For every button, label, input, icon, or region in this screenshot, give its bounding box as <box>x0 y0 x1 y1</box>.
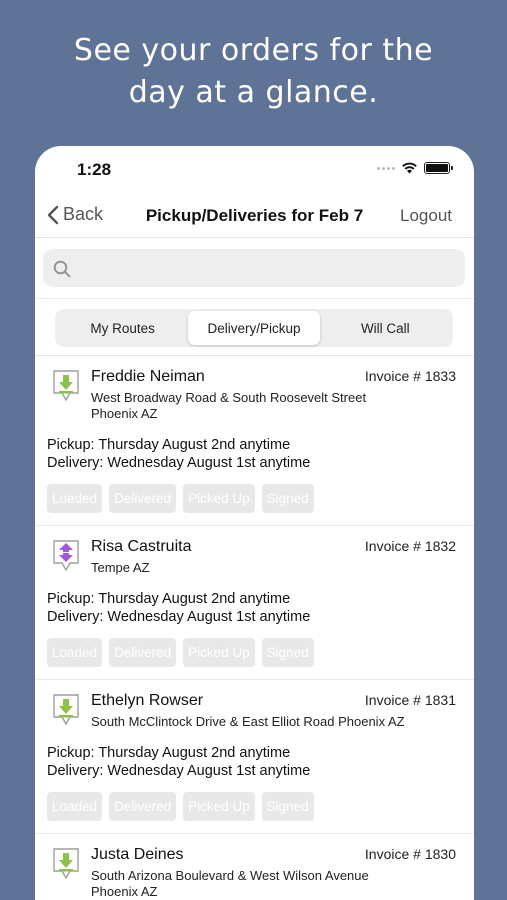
invoice-number: Invoice # 1833 <box>364 368 456 384</box>
customer-address: West Broadway Road & South Roosevelt Str… <box>91 390 367 421</box>
status-bar: 1:28 <box>35 146 474 192</box>
order-item[interactable]: Freddie Neiman Invoice # 1833 West Broad… <box>35 356 474 526</box>
delivered-button[interactable]: Delivered <box>109 484 177 513</box>
signed-button[interactable]: Signed <box>261 792 314 821</box>
download-arrow-icon <box>53 694 79 726</box>
signed-button[interactable]: Signed <box>261 484 314 513</box>
navigation-bar: Back Pickup/Deliveries for Feb 7 Logout <box>35 194 474 238</box>
logout-button[interactable]: Logout <box>400 206 452 226</box>
order-item[interactable]: Ethelyn Rowser Invoice # 1831 South McCl… <box>35 680 474 834</box>
status-icons <box>377 162 453 174</box>
download-arrow-icon <box>53 370 79 402</box>
loaded-button[interactable]: Loaded <box>47 792 103 821</box>
order-item[interactable]: Justa Deines Invoice # 1830 South Arizon… <box>35 834 474 900</box>
orders-list: Freddie Neiman Invoice # 1833 West Broad… <box>35 355 474 900</box>
headline-line-2: day at a glance. <box>128 75 379 110</box>
customer-address: Tempe AZ <box>91 560 150 575</box>
picked-up-button[interactable]: Picked Up <box>183 792 255 821</box>
delivered-button[interactable]: Delivered <box>109 638 177 667</box>
wifi-icon <box>402 162 417 174</box>
invoice-number: Invoice # 1831 <box>364 692 456 708</box>
customer-name: Freddie Neiman <box>91 368 205 385</box>
customer-name: Risa Castruita <box>91 538 192 555</box>
segmented-control: My Routes Delivery/Pickup Will Call <box>55 309 453 347</box>
loaded-button[interactable]: Loaded <box>47 484 103 513</box>
search-input[interactable] <box>43 249 465 287</box>
download-arrow-icon <box>53 848 79 880</box>
invoice-number: Invoice # 1832 <box>364 538 456 554</box>
picked-up-button[interactable]: Picked Up <box>183 638 255 667</box>
picked-up-button[interactable]: Picked Up <box>183 484 255 513</box>
pickup-time: Pickup: Thursday August 2nd anytime <box>47 437 291 453</box>
customer-name: Justa Deines <box>91 846 184 863</box>
pickup-time: Pickup: Thursday August 2nd anytime <box>47 591 291 607</box>
phone-screen: 1:28 Back Pickup/Deliveries for Feb 7 Lo… <box>35 146 474 900</box>
delivery-time: Delivery: Wednesday August 1st anytime <box>47 763 311 779</box>
status-time: 1:28 <box>77 160 112 179</box>
segment-my-routes[interactable]: My Routes <box>57 311 188 345</box>
headline-line-1: See your orders for the <box>73 33 434 68</box>
order-item[interactable]: Risa Castruita Invoice # 1832 Tempe AZ P… <box>35 526 474 680</box>
customer-address: South McClintock Drive & East Elliot Roa… <box>91 714 405 729</box>
headline: See your orders for the day at a glance. <box>0 30 507 114</box>
battery-icon <box>424 162 453 174</box>
delivered-button[interactable]: Delivered <box>109 792 177 821</box>
customer-name: Ethelyn Rowser <box>91 692 204 709</box>
loaded-button[interactable]: Loaded <box>47 638 103 667</box>
invoice-number: Invoice # 1830 <box>364 846 456 862</box>
segment-will-call[interactable]: Will Call <box>320 311 451 345</box>
customer-address: South Arizona Boulevard & West Wilson Av… <box>91 868 369 899</box>
up-down-arrow-icon <box>53 540 79 572</box>
search-bar <box>35 239 474 299</box>
delivery-time: Delivery: Wednesday August 1st anytime <box>47 455 311 471</box>
delivery-time: Delivery: Wednesday August 1st anytime <box>47 609 311 625</box>
segment-delivery-pickup[interactable]: Delivery/Pickup <box>188 311 320 345</box>
search-icon <box>53 260 71 278</box>
pickup-time: Pickup: Thursday August 2nd anytime <box>47 745 291 761</box>
cellular-signal-icon <box>377 166 395 170</box>
signed-button[interactable]: Signed <box>261 638 314 667</box>
